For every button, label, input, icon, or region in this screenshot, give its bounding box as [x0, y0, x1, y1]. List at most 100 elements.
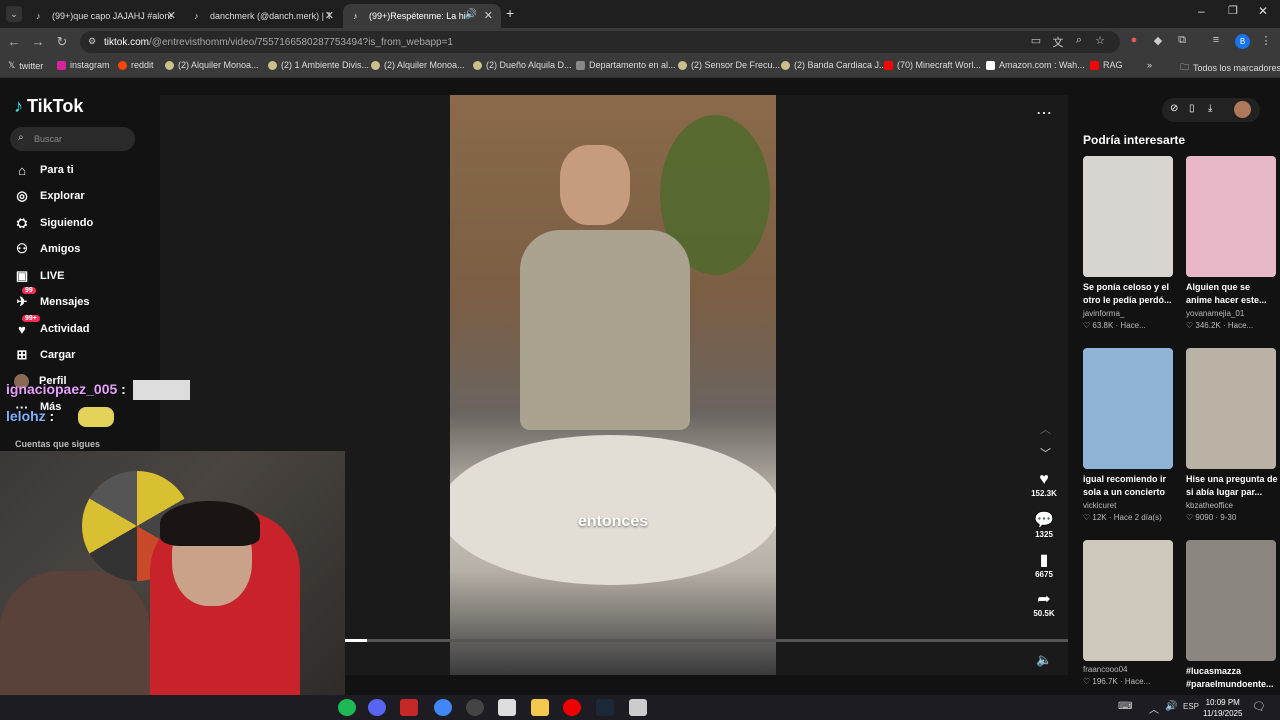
site-info-icon[interactable]: ⚙ [88, 36, 96, 47]
recommendation-card[interactable]: Hise una pregunta de si abía lugar par..… [1186, 348, 1278, 522]
bookmark-star-icon[interactable]: ☆ [1092, 34, 1108, 47]
notification-icon[interactable]: 🗨 [1252, 700, 1266, 713]
nav-mensajes[interactable]: ✈ 99 Mensajes [14, 287, 90, 312]
notification-badge: 99+ [22, 314, 40, 322]
bookmark-item[interactable]: (2) Sensor De Frecu... [678, 60, 780, 70]
next-video-icon[interactable]: ﹀ [1040, 445, 1051, 461]
bookmark-item[interactable]: (2) Dueño Alquila D... [473, 60, 572, 70]
tab-2[interactable]: ♪ danchmerk (@danch.merk) | Tik... ✕ [184, 4, 342, 28]
bookmark-item[interactable]: RAG [1090, 60, 1123, 70]
save-button[interactable]: ▮ 6675 [1026, 550, 1062, 579]
search-input[interactable]: ⌕ Buscar [10, 127, 135, 151]
rec-stats: ♡ 9090 · 9-30 [1186, 513, 1237, 522]
recommendation-card[interactable]: fraancooo04 ♡ 196.7K · Hace... [1083, 540, 1175, 686]
tab-search-button[interactable]: ⌄ [6, 6, 22, 22]
share-button[interactable]: ➦ 50.5K [1026, 589, 1062, 618]
bookmark-item[interactable]: (70) Minecraft Worl... [884, 60, 981, 70]
marketplace-icon [678, 60, 687, 70]
tray-chevron-icon[interactable]: ︿ [1149, 701, 1159, 716]
obs-icon[interactable] [466, 699, 484, 716]
nav-siguiendo[interactable]: ⛭ Siguiendo [14, 213, 93, 233]
bookmark-item[interactable]: Departamento en al... [576, 60, 676, 70]
chat-emote [133, 380, 190, 400]
chrome-icon[interactable] [434, 699, 452, 716]
back-icon[interactable]: ← [6, 34, 22, 49]
file-explorer-icon[interactable] [531, 699, 549, 716]
close-icon[interactable]: ✕ [167, 9, 176, 22]
nav-cargar[interactable]: ⊞ Cargar [14, 345, 76, 365]
volume-icon[interactable]: 🔈 [1036, 652, 1052, 668]
forward-icon[interactable]: → [30, 34, 46, 49]
nav-live[interactable]: ▣ LIVE [14, 266, 65, 286]
cast-icon[interactable]: ▭ [1028, 34, 1044, 47]
like-button[interactable]: ♥ 152.3K [1026, 471, 1062, 498]
nav-para-ti[interactable]: ⌂ Para ti [14, 160, 74, 180]
minimize-button[interactable]: – [1198, 4, 1205, 18]
bookmarks-overflow-icon[interactable]: » [1147, 60, 1152, 70]
steam-icon[interactable] [596, 699, 614, 716]
discord-icon[interactable] [368, 699, 386, 716]
logo-text: TikTok [27, 96, 84, 116]
nav-amigos[interactable]: ⚇ Amigos [14, 239, 80, 259]
bookmark-item[interactable]: 𝕏twitter [8, 60, 43, 71]
recommendation-card[interactable]: Se ponía celoso y el otro le pedía perdó… [1083, 156, 1175, 330]
recommendation-card[interactable]: #lucasmazza #paraelmundoente... [1186, 540, 1278, 691]
tiktok-icon: ♪ [353, 11, 358, 21]
extensions-puzzle-icon[interactable]: ⧉ [1174, 34, 1190, 47]
activity-icon: ♥ 99+ [14, 314, 40, 337]
video-thumbnail [1186, 540, 1276, 661]
tiktok-logo[interactable]: ♪ TikTok [14, 96, 83, 117]
close-window-button[interactable]: ✕ [1258, 4, 1268, 18]
previous-video-icon[interactable]: ︿ [1040, 421, 1051, 437]
menu-kebab-icon[interactable]: ⋮ [1258, 34, 1274, 47]
tab-1[interactable]: ♪ (99+)que capo JAJAHJ #alonso... ✕ [26, 4, 184, 28]
bookmark-item[interactable]: (2) Alquiler Monoa... [371, 60, 465, 70]
like-count: 152.3K [1031, 489, 1057, 498]
more-options-icon[interactable]: ⋯ [1036, 103, 1052, 123]
address-bar[interactable]: ⚙ tiktok.com/@entrevisthomm/video/755716… [80, 31, 1120, 53]
nav-actividad[interactable]: ♥ 99+ Actividad [14, 314, 90, 339]
zoom-icon[interactable]: ⌕ [1071, 34, 1087, 47]
comment-button[interactable]: 💬 1325 [1026, 510, 1062, 539]
spotify-icon[interactable] [338, 699, 356, 716]
bookmark-item[interactable]: (2) Banda Cardiaca J... [781, 60, 887, 70]
volume-tray-icon[interactable]: 🔊 [1165, 701, 1177, 712]
voicemeeter-icon[interactable] [400, 699, 418, 716]
app-icon[interactable] [498, 699, 516, 716]
reload-icon[interactable]: ↻ [54, 34, 70, 50]
opera-icon[interactable] [563, 699, 581, 716]
media-icon[interactable]: ≡ [1208, 34, 1224, 46]
speaker-icon[interactable]: 🔊 [465, 9, 477, 20]
new-tab-button[interactable]: + [506, 5, 514, 21]
video-progress-bar[interactable] [345, 639, 1068, 642]
close-icon[interactable]: ✕ [325, 9, 334, 22]
bookmark-item[interactable]: instagram [57, 60, 110, 70]
video-frame[interactable]: entonces [450, 95, 776, 675]
bookmark-item[interactable]: Amazon.com : Wah... [986, 60, 1085, 70]
bookmark-item[interactable]: (2) 1 Ambiente Divis... [268, 60, 369, 70]
language-indicator[interactable]: ESP [1183, 702, 1199, 711]
profile-avatar[interactable]: B [1235, 34, 1250, 49]
keyboard-icon[interactable]: ⌨ [1118, 701, 1132, 712]
translate-icon[interactable]: 文 [1050, 34, 1066, 50]
close-icon[interactable]: ✕ [484, 9, 493, 22]
rec-user: fraancooo04 [1083, 665, 1128, 674]
restore-button[interactable]: ❐ [1228, 4, 1238, 17]
extension-icon[interactable]: ● [1126, 34, 1142, 46]
tab-3-active[interactable]: ♪ (99+)Respétenme: La histo... 🔊 ✕ [343, 4, 501, 28]
phone-icon[interactable]: ▯ [1189, 103, 1195, 114]
user-avatar[interactable] [1234, 101, 1251, 118]
system-clock[interactable]: 10:09 PM 11/19/2025 [1203, 697, 1242, 719]
extension-icon-2[interactable]: ◆ [1150, 34, 1166, 47]
app-icon-2[interactable] [629, 699, 647, 716]
all-bookmarks[interactable]: 🗀 Todos los marcadores [1180, 60, 1280, 76]
nav-explorar[interactable]: ◎ Explorar [14, 186, 84, 206]
recommendation-card[interactable]: Alguien que se anime hacer este... yovan… [1186, 156, 1278, 330]
rec-title: Hise una pregunta de si abía lugar par..… [1186, 474, 1278, 497]
recommendation-card[interactable]: igual recomiendo ir sola a un concierto … [1083, 348, 1175, 522]
bookmark-item[interactable]: (2) Alquiler Monoa... [165, 60, 259, 70]
nav-label: LIVE [40, 270, 65, 282]
coin-icon[interactable]: ⊘ [1170, 103, 1178, 114]
download-icon[interactable]: ⤓ [1208, 103, 1212, 114]
bookmark-item[interactable]: reddit [118, 60, 154, 70]
